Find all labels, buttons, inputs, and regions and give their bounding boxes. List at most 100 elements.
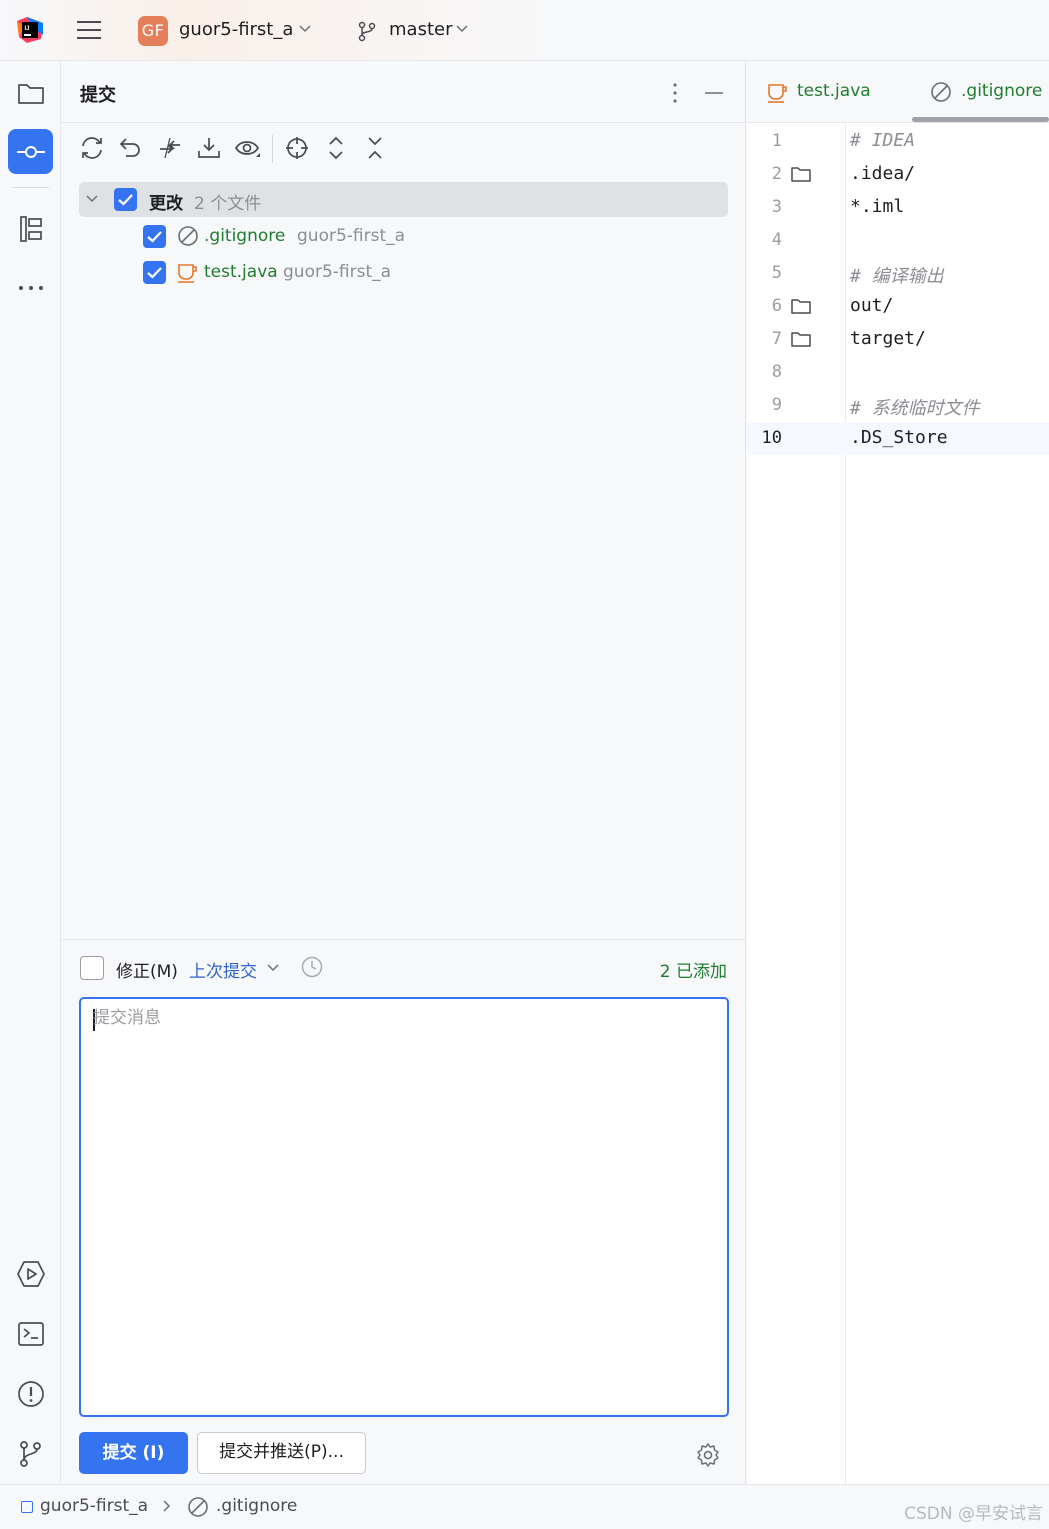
file-row[interactable]: .gitignore guor5-first_a: [143, 220, 728, 254]
expand-all-icon: [329, 136, 343, 160]
changes-group-row[interactable]: 更改 2 个文件: [79, 182, 728, 217]
select-in-tree-button[interactable]: [282, 133, 312, 163]
chevron-down-icon[interactable]: [298, 22, 312, 36]
rollback-button[interactable]: [116, 133, 146, 163]
group-count: 2 个文件: [194, 194, 262, 214]
file-path: guor5-first_a: [297, 226, 406, 246]
more-icon: [18, 285, 43, 290]
code-text: # 系统临时文件: [850, 398, 980, 419]
code-line[interactable]: 3 *.iml: [747, 191, 1049, 224]
code-line[interactable]: 5 # 编译输出: [747, 257, 1049, 290]
amend-checkbox[interactable]: [80, 956, 104, 980]
java-icon: [768, 84, 787, 103]
terminal-icon: [17, 1321, 44, 1346]
problems-tool-button[interactable]: [8, 1371, 53, 1416]
branch-name[interactable]: master: [389, 19, 452, 40]
gear-icon[interactable]: [695, 1442, 721, 1468]
last-commit-link[interactable]: 上次提交: [189, 957, 257, 982]
chevron-down-icon[interactable]: [455, 22, 469, 36]
line-number: 3: [771, 197, 782, 217]
ignore-icon: [931, 82, 951, 102]
code-line[interactable]: 2 .idea/: [747, 158, 1049, 191]
code-line[interactable]: 7 target/: [747, 323, 1049, 356]
code-line[interactable]: 8: [747, 356, 1049, 389]
crosshair-icon: [286, 137, 308, 159]
line-number: 4: [771, 230, 782, 250]
update-button[interactable]: [194, 133, 224, 163]
toolbar-separator: [272, 135, 273, 163]
code-text: *.iml: [850, 196, 905, 217]
history-icon[interactable]: [300, 955, 324, 979]
project-badge[interactable]: GF: [138, 16, 168, 46]
commit-button[interactable]: 提交 (I): [79, 1432, 188, 1474]
code-text: # 编译输出: [850, 266, 944, 287]
code-line[interactable]: 6 out/: [747, 290, 1049, 323]
refresh-icon: [82, 137, 102, 159]
commit-message-input[interactable]: [93, 1008, 713, 1028]
code-line[interactable]: 9 # 系统临时文件: [747, 389, 1049, 422]
panel-header-divider: [61, 122, 746, 123]
run-tool-button[interactable]: [8, 1251, 53, 1296]
commit-icon: [16, 145, 45, 158]
file-checkbox[interactable]: [143, 261, 166, 284]
collapse-all-icon: [368, 137, 382, 159]
editor: test.java .gitignore 1 # IDEA 2 .idea/3 *.im…: [747, 61, 1049, 1484]
chevron-down-icon[interactable]: [266, 961, 280, 975]
file-row[interactable]: test.java guor5-first_a: [143, 256, 728, 290]
code-text: .idea/: [850, 163, 916, 184]
commit-and-push-button[interactable]: 提交并推送(P)...: [197, 1432, 366, 1474]
code-line[interactable]: 1 # IDEA: [747, 125, 1049, 158]
ignore-icon: [188, 1497, 208, 1517]
breadcrumb-file[interactable]: .gitignore: [216, 1496, 297, 1516]
tab-gitignore[interactable]: .gitignore: [912, 61, 1049, 123]
group-checkbox[interactable]: [114, 188, 137, 211]
main-menu-icon[interactable]: [76, 19, 102, 41]
terminal-tool-button[interactable]: [8, 1311, 53, 1356]
active-tab-indicator: [912, 117, 1049, 122]
branch-icon[interactable]: [356, 20, 378, 42]
file-path: guor5-first_a: [283, 262, 392, 282]
chevron-right-icon: [163, 1500, 171, 1512]
status-bar: guor5-first_a .gitignore CSDN @早安试言: [0, 1484, 1049, 1529]
folder-icon: [790, 164, 812, 184]
minimize-icon[interactable]: [703, 81, 725, 105]
added-status: 2 已添加: [659, 962, 727, 982]
java-icon: [178, 264, 197, 283]
show-diff-button[interactable]: [155, 133, 185, 163]
file-name: test.java: [204, 262, 278, 282]
project-tool-button[interactable]: [8, 70, 53, 115]
structure-icon: [19, 215, 42, 242]
tab-label: .gitignore: [961, 81, 1043, 101]
code-line[interactable]: 4: [747, 224, 1049, 257]
commit-tool-button[interactable]: [8, 129, 53, 174]
options-kebab-icon[interactable]: [665, 81, 685, 105]
line-number: 7: [771, 329, 782, 349]
commit-message-box[interactable]: [79, 997, 729, 1417]
code-text: target/: [850, 328, 926, 349]
structure-tool-button[interactable]: [8, 206, 53, 251]
chevron-down-icon[interactable]: [85, 192, 99, 206]
amend-label[interactable]: 修正(M): [116, 957, 178, 982]
more-tool-button[interactable]: [8, 265, 53, 310]
folder-icon: [790, 329, 812, 349]
collapse-all-button[interactable]: [360, 133, 390, 163]
group-label: 更改: [149, 194, 183, 214]
problems-icon: [17, 1380, 44, 1407]
folder-icon: [790, 296, 812, 316]
project-name[interactable]: guor5-first_a: [179, 19, 293, 40]
intellij-logo-icon[interactable]: IJ: [17, 17, 43, 43]
line-number: 5: [771, 263, 782, 283]
code-line[interactable]: 10 .DS_Store: [747, 422, 1049, 455]
line-number: 9: [771, 395, 782, 415]
breadcrumb-project[interactable]: guor5-first_a: [40, 1496, 148, 1516]
commit-message-area: 修正(M) 上次提交 2 已添加 提交 (I) 提交并推送(P)...: [61, 939, 746, 1484]
watermark: CSDN @早安试言: [904, 1504, 1043, 1524]
file-checkbox[interactable]: [143, 225, 166, 248]
refresh-button[interactable]: [77, 133, 107, 163]
git-tool-button[interactable]: [8, 1431, 53, 1476]
view-options-button[interactable]: [233, 133, 263, 163]
ignore-icon: [178, 226, 198, 246]
line-number: 8: [771, 362, 782, 382]
expand-all-button[interactable]: [321, 133, 351, 163]
tab-test-java[interactable]: test.java: [747, 61, 897, 123]
